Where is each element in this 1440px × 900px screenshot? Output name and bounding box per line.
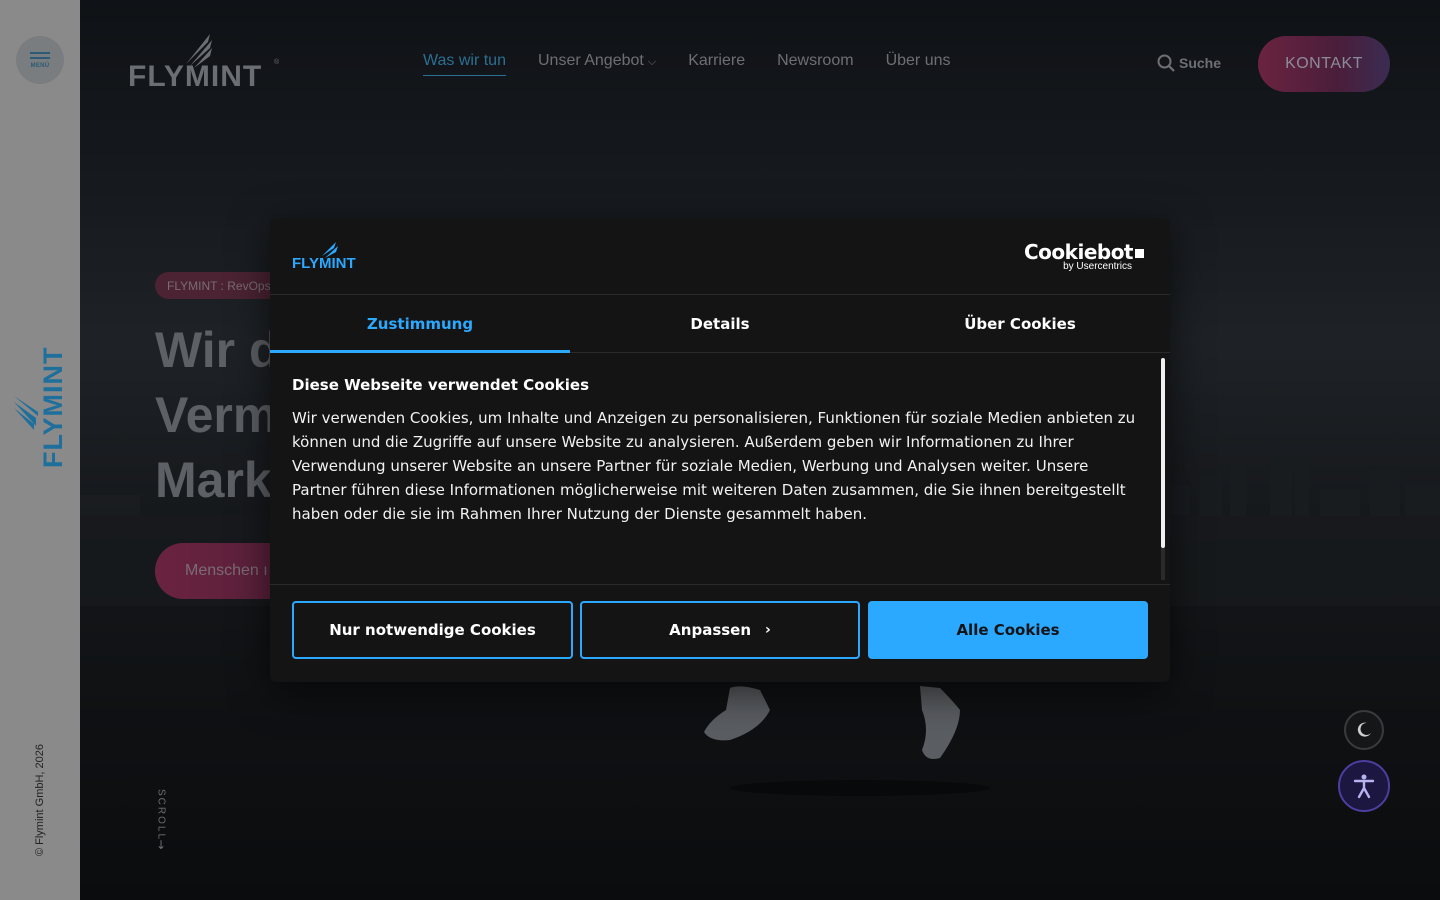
main-nav: Was wir tun Unser Angebot ⌵ Karriere News… (423, 52, 950, 76)
svg-text:FLYMINT: FLYMINT (128, 60, 262, 92)
svg-text:FLYMINT: FLYMINT (292, 255, 356, 272)
scroll-label: SCROLL (155, 788, 167, 842)
customize-button[interactable]: Anpassen › (580, 601, 860, 659)
contact-button[interactable]: KONTAKT (1258, 36, 1390, 92)
search-icon (1157, 54, 1175, 72)
tab-details[interactable]: Details (570, 295, 870, 352)
cookiebot-logo: Cookiebot by Usercentrics (1024, 240, 1144, 272)
nav-item-label: Unser Angebot (537, 52, 644, 69)
customize-label: Anpassen (669, 621, 752, 639)
cookie-consent-dialog: FLYMINT Cookiebot by Usercentrics Zustim… (270, 218, 1170, 682)
menu-icon-bar (30, 56, 50, 59)
menu-button[interactable]: MENÜ (16, 36, 64, 84)
tab-ueber-cookies[interactable]: Über Cookies (870, 295, 1170, 352)
search-button[interactable]: Suche (1157, 54, 1221, 72)
text-fade (270, 544, 1150, 584)
rail-brand-logo: FLYMINT (14, 347, 68, 469)
menu-icon (30, 51, 50, 54)
accessibility-button[interactable] (1338, 760, 1390, 812)
dialog-scrollbar-thumb[interactable] (1161, 358, 1165, 548)
dark-mode-toggle[interactable] (1344, 710, 1384, 750)
arrow-down-icon: ↓ (156, 838, 167, 852)
dialog-body: Diese Webseite verwendet Cookies Wir ver… (270, 354, 1170, 584)
nav-item-was-wir-tun[interactable]: Was wir tun (423, 52, 506, 76)
svg-text:FLYMINT: FLYMINT (38, 347, 68, 469)
nav-item-ueber-uns[interactable]: Über uns (886, 52, 951, 76)
dialog-scrollbar-track[interactable] (1161, 548, 1165, 580)
necessary-cookies-button[interactable]: Nur notwendige Cookies (292, 601, 573, 659)
tab-zustimmung[interactable]: Zustimmung (270, 295, 570, 353)
copyright: © Flymint GmbH, 2026 (34, 743, 46, 857)
chevron-right-icon: › (765, 622, 771, 638)
dialog-header: FLYMINT Cookiebot by Usercentrics (270, 218, 1170, 295)
brand-logo[interactable]: FLYMINT ® (128, 30, 288, 92)
menu-label: MENÜ (30, 62, 50, 69)
runner-shoes-graphic (704, 686, 960, 759)
nav-item-newsroom[interactable]: Newsroom (777, 52, 853, 76)
dialog-text: Wir verwenden Cookies, um Inhalte und An… (292, 409, 1136, 523)
moon-icon (1357, 722, 1371, 737)
dialog-footer: Nur notwendige Cookies Anpassen › Alle C… (270, 584, 1170, 682)
left-rail: MENÜ FLYMINT © Flymint GmbH, 2026 (0, 0, 80, 900)
chevron-down-icon: ⌵ (647, 56, 657, 68)
accessibility-icon (1353, 774, 1375, 799)
dialog-heading: Diese Webseite verwendet Cookies (292, 376, 590, 394)
dialog-tabs: Zustimmung Details Über Cookies (270, 295, 1170, 353)
search-label: Suche (1179, 55, 1222, 71)
nav-item-karriere[interactable]: Karriere (688, 52, 745, 76)
all-cookies-button[interactable]: Alle Cookies (868, 601, 1148, 659)
dialog-brand-logo: FLYMINT (292, 242, 356, 272)
nav-item-unser-angebot[interactable]: Unser Angebot ⌵ (538, 52, 656, 76)
svg-text:®: ® (274, 58, 280, 66)
cookiebot-mark-icon (1135, 249, 1144, 258)
